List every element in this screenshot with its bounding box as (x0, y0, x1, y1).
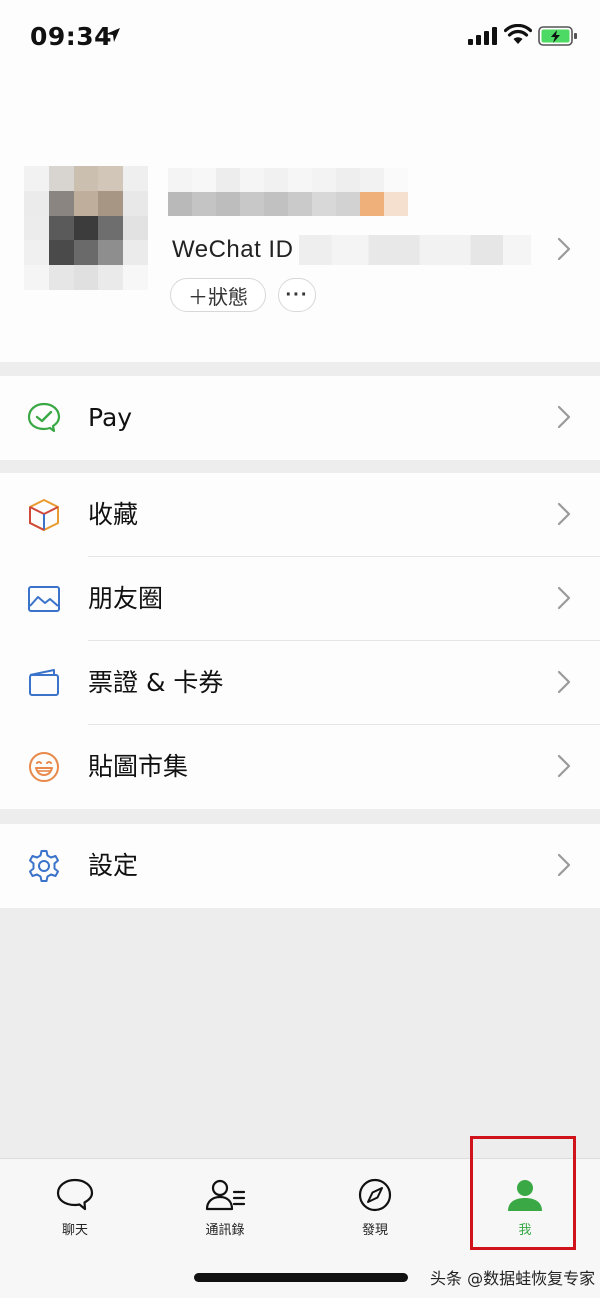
tab-chats[interactable]: 聊天 (20, 1171, 130, 1251)
card-wallet-icon (29, 669, 59, 696)
sticker-smile-icon (29, 752, 59, 782)
settings-gear-icon (29, 850, 59, 882)
menu-item-stickers[interactable]: 貼圖市集 (0, 725, 600, 809)
contacts-icon (205, 1179, 246, 1211)
cellular-signal-icon (468, 27, 497, 45)
add-status-label: ＋狀態 (188, 286, 248, 309)
menu-item-settings-label: 設定 (88, 851, 139, 880)
tab-contacts[interactable]: 通訊錄 (170, 1171, 280, 1251)
battery-charging-icon (538, 26, 577, 46)
location-arrow-icon (106, 28, 120, 42)
chat-bubble-icon (56, 1178, 94, 1211)
nickname-blurred (168, 168, 408, 216)
highlight-annotation-box (470, 1136, 576, 1250)
moments-image-icon (28, 586, 60, 612)
menu-item-settings[interactable]: 設定 (0, 824, 600, 908)
menu-item-favorites-label: 收藏 (88, 500, 139, 529)
services-group: 收藏 朋友圈 票證 & 卡券 貼圖市集 (0, 473, 600, 809)
home-indicator[interactable] (194, 1273, 408, 1282)
chevron-right-icon (557, 586, 571, 610)
menu-item-favorites[interactable]: 收藏 (0, 473, 600, 557)
menu-item-stickers-label: 貼圖市集 (88, 752, 189, 781)
chevron-right-icon (557, 670, 571, 694)
chevron-right-icon (557, 754, 571, 778)
menu-item-moments[interactable]: 朋友圈 (0, 557, 600, 641)
menu-item-cards-label: 票證 & 卡券 (88, 668, 224, 697)
pay-icon (27, 402, 61, 433)
wechat-id-label: WeChat ID (172, 236, 294, 263)
tab-chats-label: 聊天 (61, 1223, 88, 1238)
avatar[interactable] (24, 166, 148, 290)
wechat-id-value-blurred (299, 235, 532, 265)
more-button[interactable]: ··· (278, 278, 316, 312)
settings-group: 設定 (0, 824, 600, 908)
chevron-right-icon (557, 405, 571, 429)
status-time: 09:34 (30, 22, 113, 51)
tab-discover[interactable]: 發現 (320, 1171, 430, 1251)
status-bar: 09:34 (0, 0, 600, 72)
menu-item-pay-label: Pay (88, 403, 133, 432)
wifi-icon (504, 24, 532, 44)
favorites-cube-icon (29, 498, 59, 532)
wechat-id-row: WeChat ID (172, 232, 532, 268)
chevron-right-icon (557, 502, 571, 526)
chevron-right-icon[interactable] (556, 236, 572, 262)
watermark: 头条 @数据蛙恢复专家 (430, 1269, 596, 1288)
compass-icon (358, 1178, 392, 1212)
tab-contacts-label: 通訊錄 (205, 1223, 245, 1238)
menu-item-pay[interactable]: Pay (0, 376, 600, 460)
tab-discover-label: 發現 (361, 1223, 388, 1238)
chevron-right-icon (557, 853, 571, 877)
menu-item-moments-label: 朋友圈 (88, 584, 164, 613)
profile-header[interactable]: WeChat ID ＋狀態 ··· (0, 72, 600, 362)
add-status-button[interactable]: ＋狀態 (170, 278, 266, 312)
menu-item-cards[interactable]: 票證 & 卡券 (0, 641, 600, 725)
more-label: ··· (285, 283, 309, 306)
pay-group: Pay (0, 376, 600, 460)
